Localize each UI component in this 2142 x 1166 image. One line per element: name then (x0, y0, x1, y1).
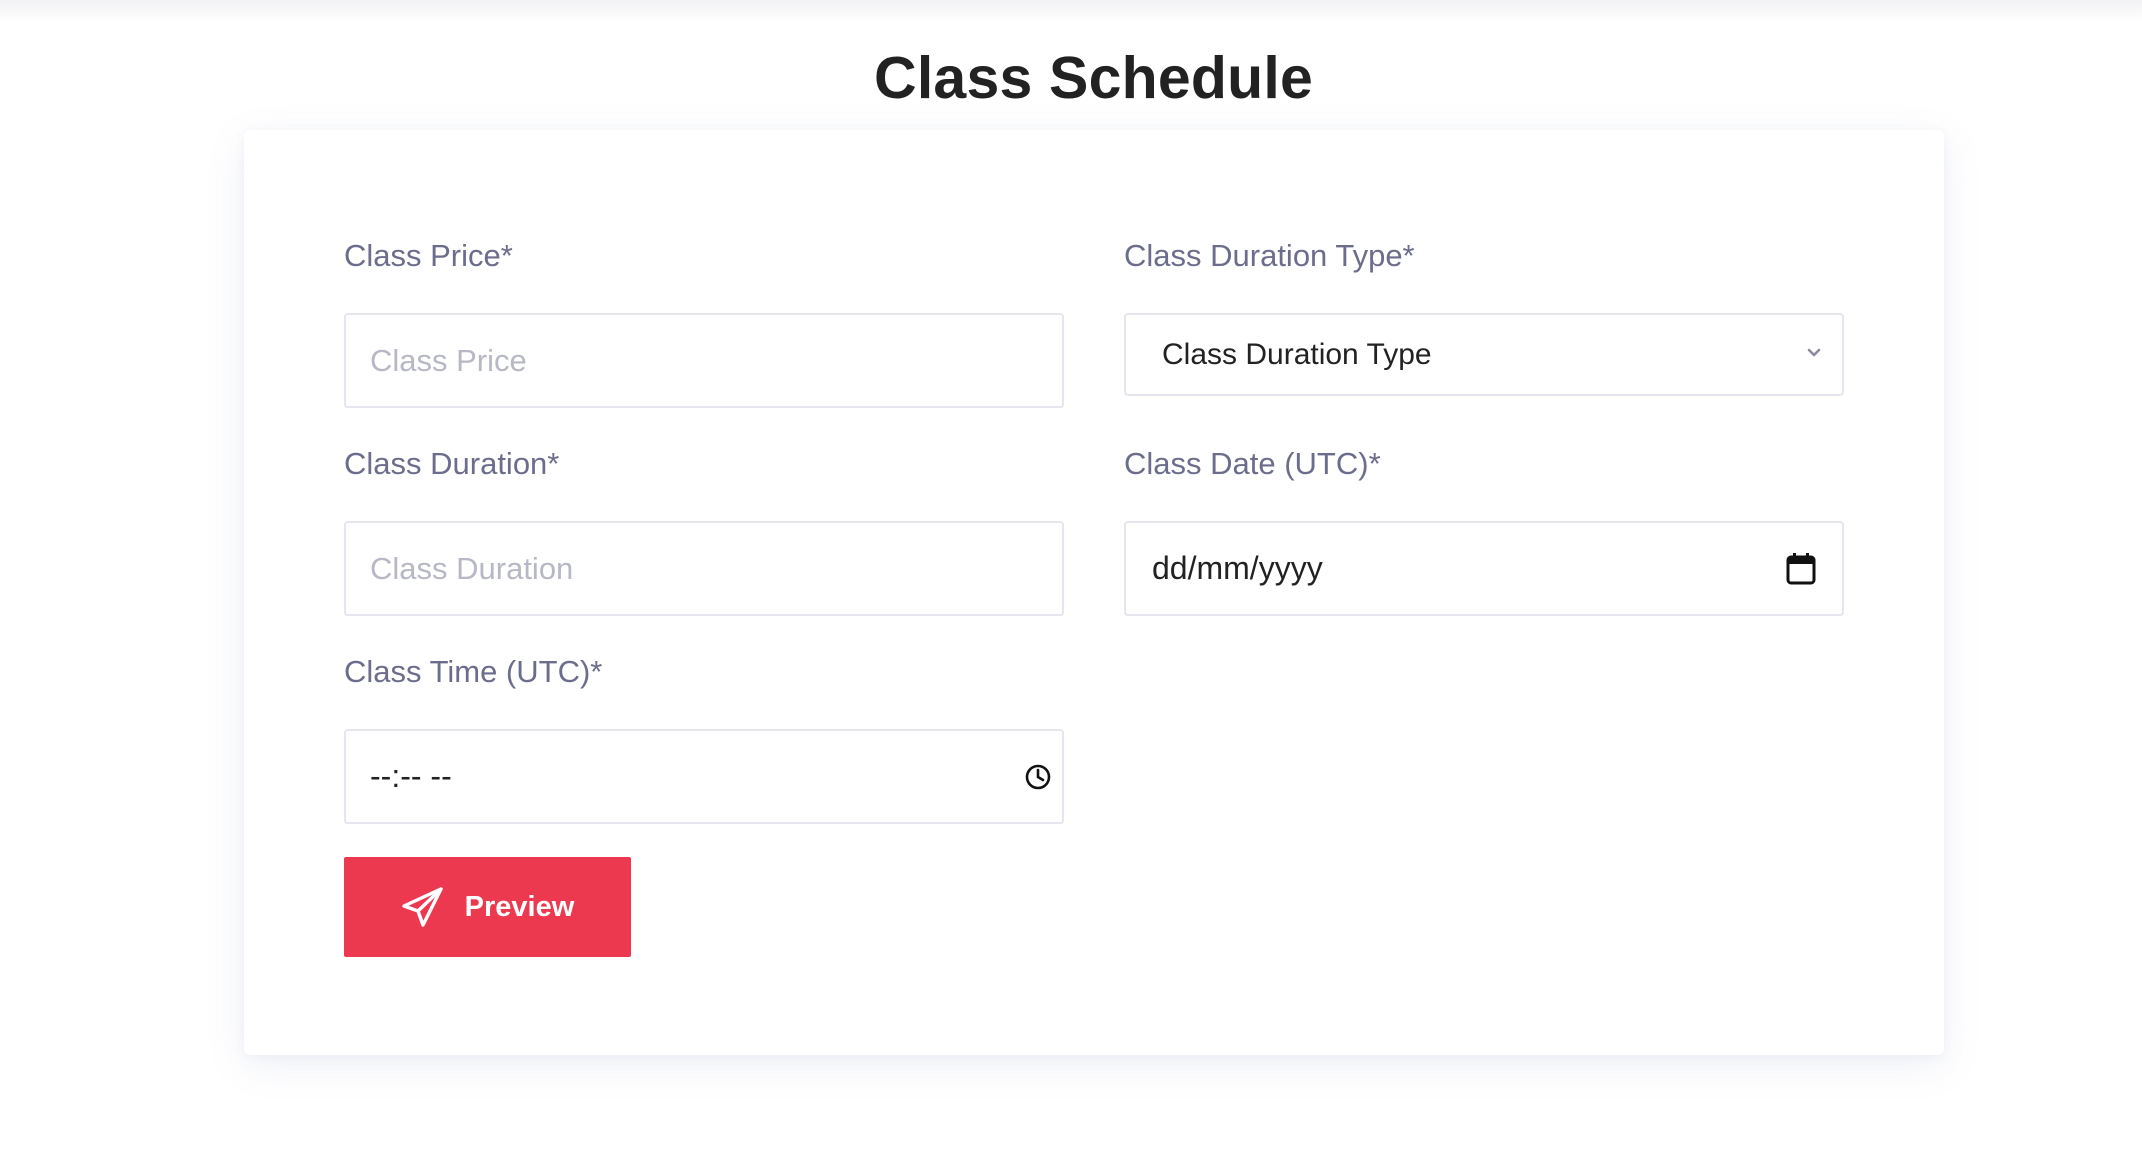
class-duration-input[interactable]: Class Duration (344, 521, 1064, 616)
class-price-placeholder: Class Price (370, 342, 527, 378)
clock-icon[interactable] (1022, 761, 1054, 793)
preview-button[interactable]: Preview (344, 857, 631, 957)
page-title: Class Schedule (874, 45, 1313, 111)
class-time-label: Class Time (UTC)* (344, 654, 603, 689)
preview-button-label: Preview (464, 890, 575, 923)
class-duration-type-selected: Class Duration Type (1162, 337, 1432, 371)
calendar-icon[interactable] (1784, 551, 1818, 587)
class-duration-type-label: Class Duration Type* (1124, 238, 1415, 273)
class-date-label: Class Date (UTC)* (1124, 446, 1381, 481)
class-duration-type-select[interactable]: Class Duration Type (1124, 313, 1844, 396)
class-duration-placeholder: Class Duration (370, 550, 574, 586)
chevron-down-icon (1804, 343, 1824, 363)
class-duration-label: Class Duration* (344, 446, 560, 481)
class-time-input[interactable]: --:-- -- (344, 729, 1064, 824)
paper-plane-icon (401, 885, 445, 929)
class-date-input[interactable]: dd/mm/yyyy (1124, 521, 1844, 616)
class-price-input[interactable]: Class Price (344, 313, 1064, 408)
class-date-value: dd/mm/yyyy (1152, 550, 1323, 586)
top-shadow (0, 0, 2142, 22)
class-time-value: --:-- -- (370, 758, 452, 794)
class-price-label: Class Price* (344, 238, 513, 273)
